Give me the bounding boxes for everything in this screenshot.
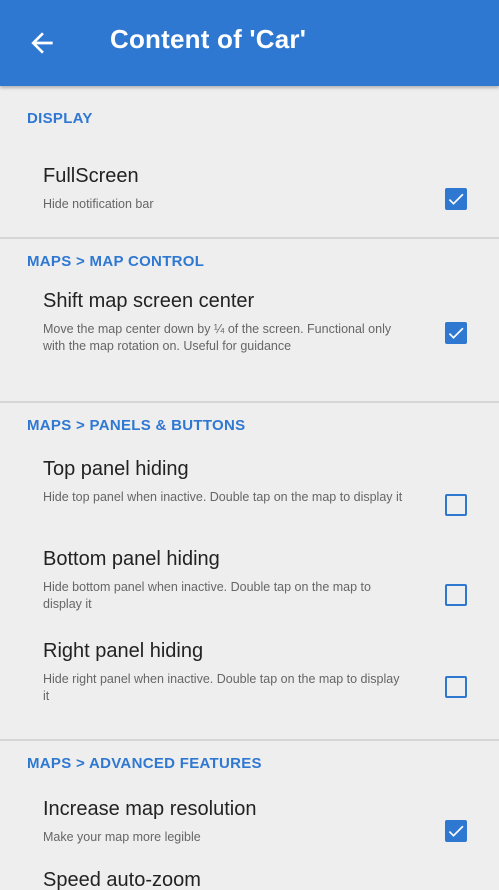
page-title: Content of 'Car' [110, 24, 307, 54]
checkbox-check-icon [448, 193, 464, 205]
shift-map-center-checkbox[interactable] [445, 322, 467, 344]
section-header-map-control: MAPS > MAP CONTROL [27, 252, 205, 270]
fullscreen-checkbox[interactable] [445, 188, 467, 210]
settings-screen: Content of 'Car' DISPLAY FullScreen Hide… [0, 0, 499, 890]
setting-subtitle: Hide right panel when inactive. Double t… [43, 672, 400, 703]
settings-list: DISPLAY FullScreen Hide notification bar… [0, 86, 499, 890]
setting-subtitle: Hide top panel when inactive. Double tap… [43, 490, 403, 504]
right-panel-hiding-checkbox[interactable] [445, 676, 467, 698]
setting-speed-auto-zoom[interactable]: Speed auto-zoom [0, 867, 499, 890]
setting-increase-map-resolution[interactable]: Increase map resolution Make your map mo… [0, 785, 499, 867]
setting-title: Speed auto-zoom [43, 869, 201, 890]
section-header-display: DISPLAY [27, 109, 93, 127]
setting-shift-map-center[interactable]: Shift map screen center Move the map cen… [0, 283, 499, 401]
setting-title: Top panel hiding [43, 458, 189, 480]
setting-title: Bottom panel hiding [43, 548, 220, 570]
setting-subtitle: Move the map center down by ¼ of the scr… [43, 322, 392, 353]
section-header-advanced-features: MAPS > ADVANCED FEATURES [27, 754, 262, 772]
bottom-panel-hiding-checkbox[interactable] [445, 584, 467, 606]
setting-right-panel-hiding[interactable]: Right panel hiding Hide right panel when… [0, 639, 499, 739]
setting-subtitle: Hide bottom panel when inactive. Double … [43, 580, 371, 611]
setting-subtitle: Make your map more legible [43, 830, 201, 844]
setting-fullscreen[interactable]: FullScreen Hide notification bar [0, 150, 499, 237]
back-arrow-icon[interactable] [26, 27, 58, 59]
checkbox-check-icon [448, 327, 464, 339]
setting-title: Right panel hiding [43, 640, 204, 662]
setting-title: Increase map resolution [43, 798, 257, 820]
setting-title: Shift map screen center [43, 290, 255, 312]
section-header-panels-buttons: MAPS > PANELS & BUTTONS [27, 416, 246, 434]
increase-map-resolution-checkbox[interactable] [445, 820, 467, 842]
setting-subtitle: Hide notification bar [43, 197, 154, 211]
checkbox-check-icon [448, 825, 464, 837]
setting-bottom-panel-hiding[interactable]: Bottom panel hiding Hide bottom panel wh… [0, 543, 499, 639]
setting-title: FullScreen [43, 165, 139, 187]
setting-top-panel-hiding[interactable]: Top panel hiding Hide top panel when ina… [0, 447, 499, 543]
top-panel-hiding-checkbox[interactable] [445, 494, 467, 516]
app-bar: Content of 'Car' [0, 0, 499, 86]
